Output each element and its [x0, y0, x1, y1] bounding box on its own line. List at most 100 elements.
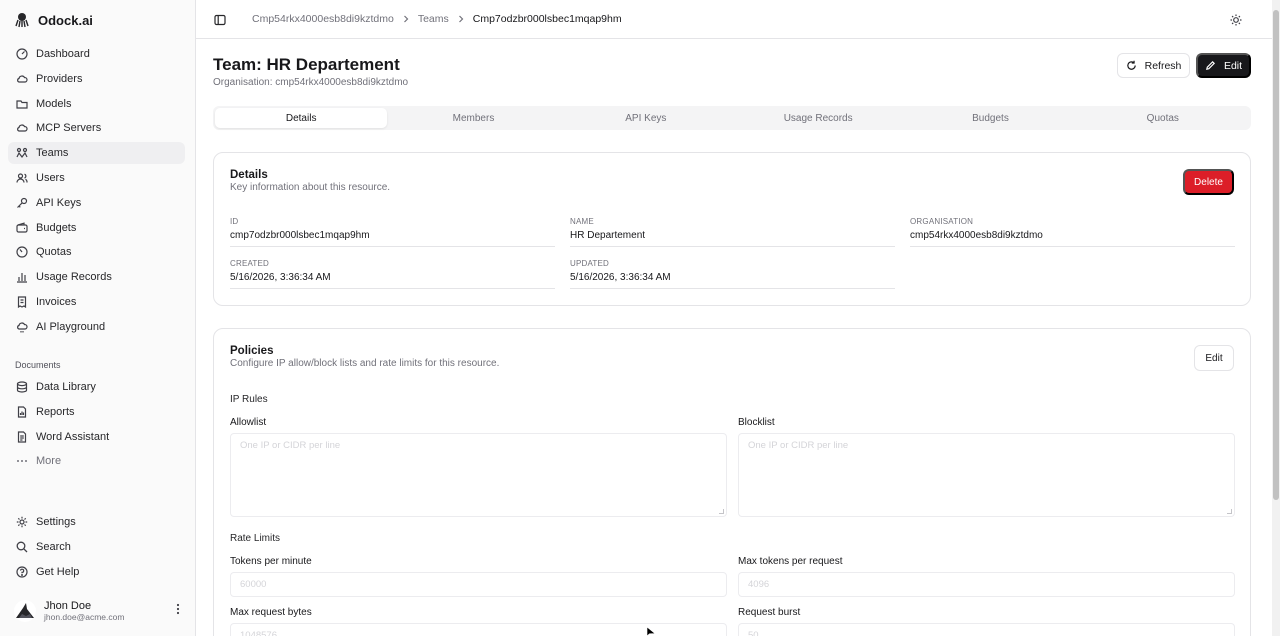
more-vertical-icon[interactable]: [176, 603, 180, 615]
refresh-icon: [1126, 60, 1137, 71]
sidebar-toggle-icon[interactable]: [214, 14, 226, 26]
sidebar-item-usage-records[interactable]: Usage Records: [8, 266, 185, 288]
scrollbar-thumb[interactable]: [1273, 10, 1279, 500]
edit-button[interactable]: Edit: [1196, 53, 1251, 78]
main-nav: Dashboard Providers Models MCP Servers T…: [8, 43, 185, 341]
field-updated: UPDATED 5/16/2026, 3:36:34 AM: [570, 259, 895, 289]
sidebar-item-users[interactable]: Users: [8, 167, 185, 189]
allowlist-placeholder: One IP or CIDR per line: [240, 440, 341, 451]
field-value: HR Departement: [570, 230, 646, 241]
documents-heading: Documents: [15, 360, 61, 370]
sidebar-item-label: Dashboard: [36, 48, 90, 60]
document-icon: [16, 430, 28, 443]
breadcrumb-teams[interactable]: Teams: [418, 13, 449, 25]
key-icon: [16, 197, 28, 209]
sidebar-item-providers[interactable]: Providers: [8, 68, 185, 90]
field-label: NAME: [570, 217, 594, 226]
sidebar-item-label: Quotas: [36, 246, 72, 259]
sidebar-item-label: Models: [36, 97, 72, 110]
sidebar-item-reports[interactable]: Reports: [8, 401, 185, 423]
allowlist-label: Allowlist: [230, 417, 267, 428]
user-name: Jhon Doe: [44, 599, 92, 612]
tab-budgets[interactable]: Budgets: [904, 108, 1076, 128]
sidebar-item-word-assistant[interactable]: Word Assistant: [8, 426, 185, 448]
field-label: CREATED: [230, 259, 270, 268]
sidebar-item-label: Reports: [36, 405, 75, 418]
sidebar-item-api-keys[interactable]: API Keys: [8, 192, 185, 214]
allowlist-field[interactable]: One IP or CIDR per line: [230, 433, 727, 517]
brand-name: Odock.ai: [38, 12, 93, 28]
tab-quotas[interactable]: Quotas: [1077, 108, 1249, 128]
sidebar-item-mcp-servers[interactable]: MCP Servers: [8, 117, 185, 139]
database-icon: [16, 381, 28, 393]
chevron-right-icon: [458, 15, 464, 23]
sidebar-item-invoices[interactable]: Invoices: [8, 291, 185, 313]
sidebar-item-search[interactable]: Search: [8, 536, 185, 558]
wallet-icon: [16, 221, 28, 234]
tab-api-keys[interactable]: API Keys: [560, 108, 732, 128]
blocklist-label: Blocklist: [738, 417, 775, 428]
brand[interactable]: Odock.ai: [14, 12, 93, 28]
sidebar-item-budgets[interactable]: Budgets: [8, 217, 185, 239]
report-icon: [16, 406, 28, 418]
sidebar-item-label: AI Playground: [36, 320, 106, 333]
blocklist-placeholder: One IP or CIDR per line: [748, 440, 849, 451]
users-icon: [16, 172, 28, 184]
sidebar-item-dashboard[interactable]: Dashboard: [8, 43, 185, 65]
pencil-icon: [1205, 60, 1216, 71]
request-burst-placeholder: 50: [748, 630, 759, 636]
sidebar-item-ai-playground[interactable]: AI Playground: [8, 316, 185, 338]
network-icon: [16, 147, 28, 159]
tab-usage-records[interactable]: Usage Records: [732, 108, 904, 128]
field-id: ID cmp7odzbr000lsbec1mqap9hm: [230, 217, 555, 247]
max-tokens-input[interactable]: 4096: [738, 572, 1235, 597]
page-title: Team: HR Departement: [213, 55, 400, 74]
request-burst-input[interactable]: 50: [738, 623, 1235, 636]
sun-icon[interactable]: [1230, 14, 1242, 26]
sidebar-item-label: Get Help: [36, 565, 80, 578]
page-scrollbar[interactable]: [1272, 0, 1280, 636]
octopus-logo-icon: [14, 12, 30, 28]
sidebar-item-label: Word Assistant: [36, 430, 110, 443]
search-icon: [16, 541, 28, 553]
refresh-button[interactable]: Refresh: [1117, 53, 1190, 78]
sidebar: Odock.ai Dashboard Providers Models MCP …: [0, 0, 196, 636]
delete-button[interactable]: Delete: [1183, 169, 1234, 195]
field-created: CREATED 5/16/2026, 3:36:34 AM: [230, 259, 555, 289]
gauge-icon: [16, 48, 28, 60]
breadcrumb-current: Cmp7odzbr000lsbec1mqap9hm: [472, 13, 622, 25]
user-menu[interactable]: Jhon Doe jhon.doe@acme.com: [14, 598, 184, 624]
sidebar-item-get-help[interactable]: Get Help: [8, 561, 185, 583]
resize-handle-icon[interactable]: [1227, 509, 1232, 514]
sidebar-item-settings[interactable]: Settings: [8, 511, 185, 533]
edit-policies-button[interactable]: Edit: [1194, 345, 1234, 371]
sidebar-item-label: Search: [36, 540, 71, 553]
tokens-per-minute-label: Tokens per minute: [230, 556, 312, 567]
sidebar-item-more[interactable]: More: [8, 450, 185, 472]
cloud-sparkle-icon: [16, 321, 28, 333]
field-label: UPDATED: [570, 259, 610, 268]
details-description: Key information about this resource.: [230, 182, 391, 193]
sidebar-item-data-library[interactable]: Data Library: [8, 376, 185, 398]
help-circle-icon: [16, 565, 28, 578]
sidebar-item-models[interactable]: Models: [8, 93, 185, 115]
bar-chart-icon: [16, 271, 28, 283]
sidebar-item-quotas[interactable]: Quotas: [8, 241, 185, 263]
resize-handle-icon[interactable]: [719, 509, 724, 514]
sidebar-item-label: Teams: [36, 147, 69, 160]
max-tokens-placeholder: 4096: [748, 579, 770, 590]
blocklist-field[interactable]: One IP or CIDR per line: [738, 433, 1235, 517]
topbar: Cmp54rkx4000esb8di9kztdmo Teams Cmp7odzb…: [196, 0, 1272, 39]
policies-description: Configure IP allow/block lists and rate …: [230, 358, 500, 369]
mouse-cursor-icon: [647, 627, 656, 636]
breadcrumb-organisation[interactable]: Cmp54rkx4000esb8di9kztdmo: [252, 13, 394, 25]
field-value: 5/16/2026, 3:36:34 AM: [570, 272, 671, 283]
sidebar-item-label: Providers: [36, 72, 83, 85]
ip-rules-heading: IP Rules: [230, 394, 268, 405]
tab-members[interactable]: Members: [387, 108, 559, 128]
field-value: 5/16/2026, 3:36:34 AM: [230, 272, 331, 283]
server-icon: [16, 122, 28, 134]
sidebar-item-teams[interactable]: Teams: [8, 142, 185, 165]
tokens-per-minute-input[interactable]: 60000: [230, 572, 727, 597]
tab-details[interactable]: Details: [215, 108, 388, 128]
